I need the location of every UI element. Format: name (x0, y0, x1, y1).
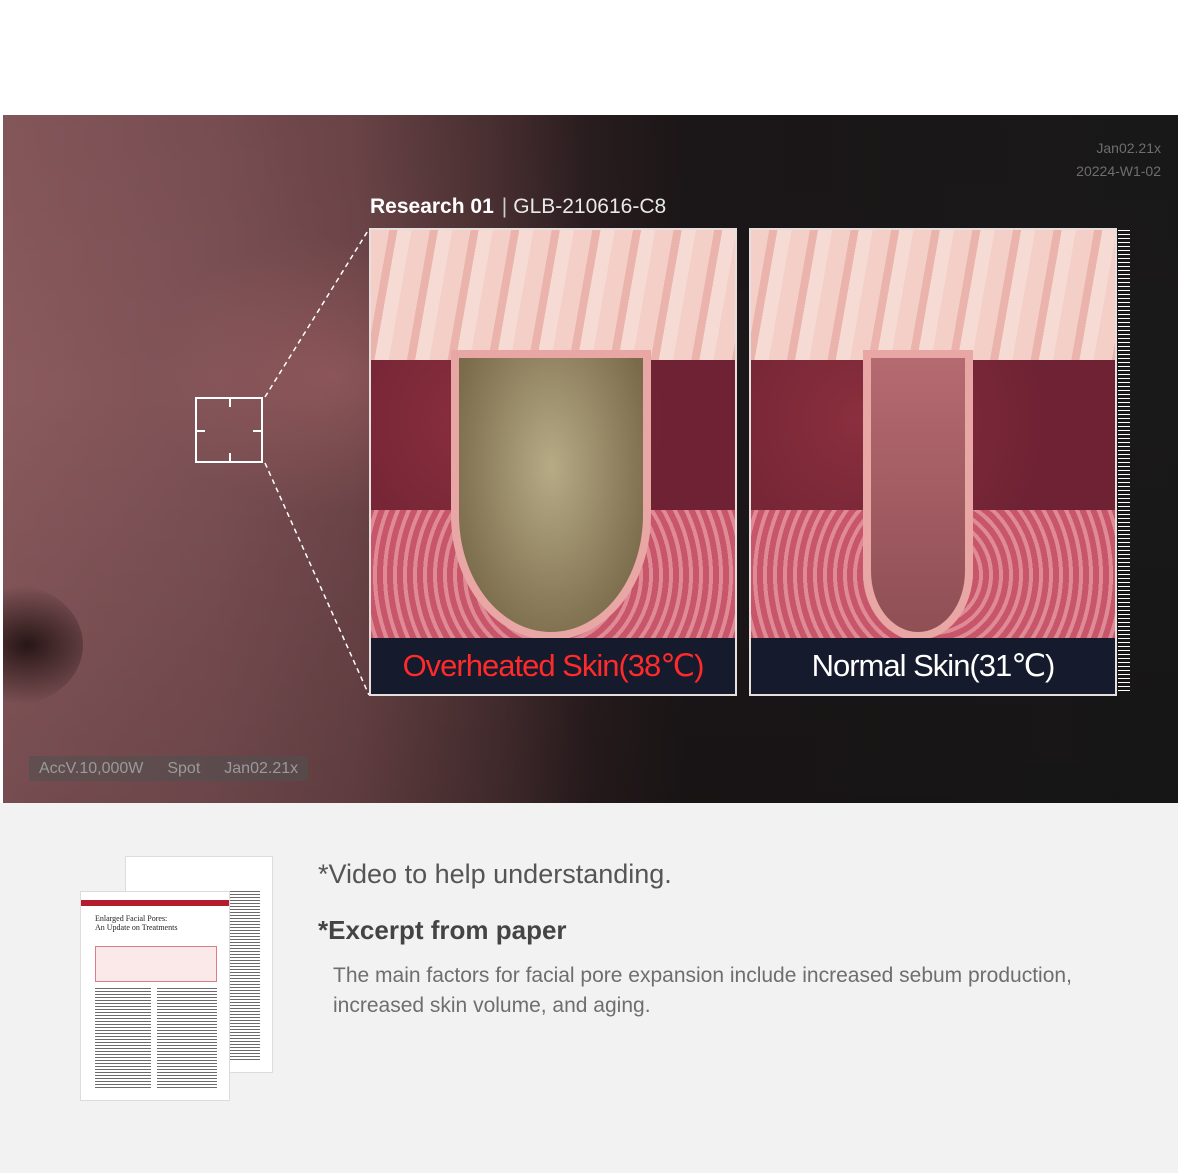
normal-skin-caption: Normal Skin(31℃) (751, 638, 1115, 694)
overheated-skin-panel: Overheated Skin(38℃) (369, 228, 737, 696)
focus-tick-right (253, 430, 261, 432)
paper-column-left (95, 988, 151, 1088)
clogged-pore (451, 350, 651, 640)
bottom-meta-accv: AccV.10,000W (39, 759, 144, 777)
lower-info-section: Enlarged Facial Pores: An Update on Trea… (0, 803, 1178, 1173)
paper-title-line1: Enlarged Facial Pores: (95, 914, 168, 923)
paper-title: Enlarged Facial Pores: An Update on Trea… (95, 914, 177, 932)
excerpt-body: The main factors for facial pore expansi… (333, 964, 1072, 1017)
overheated-skin-caption: Overheated Skin(38℃) (371, 638, 735, 694)
bottom-meta-spot: Spot (167, 759, 201, 777)
focus-tick-bottom (229, 453, 231, 461)
paper-abstract-box (95, 946, 217, 982)
video-note: *Video to help understanding. (318, 859, 672, 889)
paper-red-bar (81, 900, 229, 906)
connector-top-line (264, 228, 370, 398)
epidermis-layer (371, 230, 735, 360)
paper-column-right (157, 988, 217, 1088)
normal-pore (863, 350, 973, 640)
bottom-meta-date: Jan02.21x (224, 759, 299, 777)
excerpt-title: *Excerpt from paper (318, 915, 567, 945)
focus-tick-top (229, 399, 231, 407)
hero-video-frame: Jan02.21x 20224-W1-02 Research 01 | GLB-21… (3, 115, 1178, 803)
focus-tick-left (197, 430, 205, 432)
bottom-meta-bar: AccV.10,000W Spot Jan02.21x (29, 756, 309, 781)
epidermis-layer (751, 230, 1115, 360)
scale-ruler (1118, 230, 1130, 694)
focus-box (195, 397, 263, 463)
connector-bottom-line (264, 462, 370, 696)
normal-skin-panel: Normal Skin(31℃) (749, 228, 1117, 696)
paper-title-line2: An Update on Treatments (95, 923, 178, 932)
paper-thumbnail-front: Enlarged Facial Pores: An Update on Trea… (81, 892, 229, 1100)
